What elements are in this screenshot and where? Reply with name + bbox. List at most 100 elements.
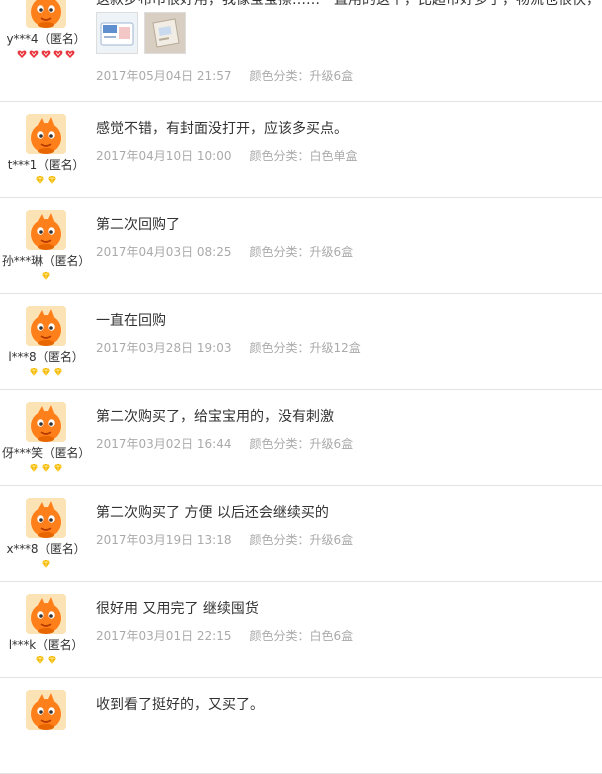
username: 孙***琳（匿名） [1,254,91,268]
review-comment: 第二次购买了 方便 以后还会继续买的 [96,505,329,521]
review-user: l***8（匿名） [0,306,92,379]
buyer-level [0,559,92,571]
red-heart-icon [41,49,51,59]
review-content: 一直在回购 2017年03月28日 19:03 颜色分类：升级12盒 [96,311,596,356]
yellow-diamond-icon [53,463,63,473]
avatar[interactable] [26,114,66,154]
buyer-level [0,49,92,61]
review-content: 第二次购买了，给宝宝用的，没有刺激 2017年03月02日 16:44 颜色分类：升… [96,407,596,452]
review-content: 第二次回购了 2017年04月03日 08:25 颜色分类：升级6盒 [96,215,596,260]
review-comment: 这款步布巾很好用，我像宝宝擦……一直用的这个，比超市好多了，物流也很快，不错 [96,0,596,8]
review-content: 很好用 又用完了 继续囤货 2017年03月01日 22:15 颜色分类：白色6盒 [96,599,596,644]
review-user: t***1（匿名） [0,114,92,187]
sku-label: 颜色分类： [249,629,310,643]
username: l***8（匿名） [8,350,84,364]
username: l***k（匿名） [8,638,84,652]
review-meta: 2017年05月04日 21:57 颜色分类：升级6盒 [96,68,596,84]
review-list: y***4（匿名） 这款步布巾很好用，我像宝宝擦……一直用的这个，比超市好多了，物… [0,0,602,774]
avatar[interactable] [26,594,66,634]
yellow-diamond-icon [41,559,51,569]
sku-label: 颜色分类： [249,149,310,163]
buyer-level [0,655,92,667]
review-item: 收到看了挺好的，又买了。 [0,678,602,774]
review-meta: 2017年04月10日 10:00 颜色分类：白色单盒 [96,148,596,164]
sku-label: 颜色分类： [249,245,310,259]
sku-value: 白色单盒 [309,149,358,163]
review-user: l***k（匿名） [0,594,92,667]
username: 伢***笑（匿名） [1,446,91,460]
buyer-level [0,175,92,187]
avatar[interactable] [26,306,66,346]
yellow-diamond-icon [41,271,51,281]
red-heart-icon [29,49,39,59]
review-meta: 2017年03月02日 16:44 颜色分类：升级6盒 [96,436,596,452]
review-date: 2017年03月19日 13:18 [96,533,232,547]
review-user: 孙***琳（匿名） [0,210,92,283]
review-photo-thumbnail[interactable] [144,12,186,54]
sku-value: 升级12盒 [309,341,361,355]
yellow-diamond-icon [47,175,57,185]
sku-label: 颜色分类： [249,69,310,83]
review-comment: 收到看了挺好的，又买了。 [96,697,264,713]
review-comment: 很好用 又用完了 继续囤货 [96,601,259,617]
review-content: 这款步布巾很好用，我像宝宝擦……一直用的这个，比超市好多了，物流也很快，不错 20… [96,0,596,84]
avatar[interactable] [26,498,66,538]
review-user: x***8（匿名） [0,498,92,571]
avatar[interactable] [26,210,66,250]
review-date: 2017年03月02日 16:44 [96,437,232,451]
review-comment: 第二次购买了，给宝宝用的，没有刺激 [96,409,334,425]
avatar[interactable] [26,402,66,442]
sku-value: 升级6盒 [309,533,354,547]
sku-label: 颜色分类： [249,437,310,451]
review-meta: 2017年03月01日 22:15 颜色分类：白色6盒 [96,628,596,644]
review-comment: 第二次回购了 [96,217,180,233]
review-item: 伢***笑（匿名） 第二次购买了，给宝宝用的，没有刺激 2017年03月02日 16… [0,390,602,486]
review-user [0,690,92,733]
review-date: 2017年03月28日 19:03 [96,341,232,355]
sku-value: 升级6盒 [309,437,354,451]
buyer-level [0,367,92,379]
yellow-diamond-icon [35,655,45,665]
yellow-diamond-icon [53,367,63,377]
review-date: 2017年04月10日 10:00 [96,149,232,163]
username: y***4（匿名） [6,32,86,46]
review-item: x***8（匿名） 第二次购买了 方便 以后还会继续买的 2017年03月19日 1… [0,486,602,582]
review-user: y***4（匿名） [0,0,92,61]
username: x***8（匿名） [6,542,86,556]
avatar[interactable] [26,0,66,28]
yellow-diamond-icon [47,655,57,665]
yellow-diamond-icon [29,367,39,377]
review-photos [96,12,596,58]
yellow-diamond-icon [29,463,39,473]
review-item: l***k（匿名） 很好用 又用完了 继续囤货 2017年03月01日 22:15 颜… [0,582,602,678]
sku-label: 颜色分类： [249,533,310,547]
review-date: 2017年05月04日 21:57 [96,69,232,83]
yellow-diamond-icon [41,367,51,377]
sku-label: 颜色分类： [249,341,310,355]
review-item: 孙***琳（匿名） 第二次回购了 2017年04月03日 08:25 颜色分类：升级6… [0,198,602,294]
review-item: y***4（匿名） 这款步布巾很好用，我像宝宝擦……一直用的这个，比超市好多了，物… [0,0,602,102]
sku-value: 升级6盒 [309,69,354,83]
sku-value: 白色6盒 [309,629,354,643]
review-item: t***1（匿名） 感觉不错，有封面没打开，应该多买点。 2017年04月10日 1… [0,102,602,198]
review-photo-thumbnail[interactable] [96,12,138,54]
review-item: l***8（匿名） 一直在回购 2017年03月28日 19:03 颜色分类：升级12… [0,294,602,390]
yellow-diamond-icon [35,175,45,185]
buyer-level [0,271,92,283]
review-comment: 感觉不错，有封面没打开，应该多买点。 [96,121,348,137]
red-heart-icon [53,49,63,59]
review-date: 2017年04月03日 08:25 [96,245,232,259]
username: t***1（匿名） [7,158,85,172]
avatar[interactable] [26,690,66,730]
yellow-diamond-icon [41,463,51,473]
review-meta: 2017年03月19日 13:18 颜色分类：升级6盒 [96,532,596,548]
review-meta: 2017年03月28日 19:03 颜色分类：升级12盒 [96,340,596,356]
review-date: 2017年03月01日 22:15 [96,629,232,643]
sku-value: 升级6盒 [309,245,354,259]
review-content: 第二次购买了 方便 以后还会继续买的 2017年03月19日 13:18 颜色分类：… [96,503,596,548]
review-content: 感觉不错，有封面没打开，应该多买点。 2017年04月10日 10:00 颜色分类：… [96,119,596,164]
buyer-level [0,463,92,475]
review-comment: 一直在回购 [96,313,166,329]
review-content: 收到看了挺好的，又买了。 [96,695,596,715]
review-meta: 2017年04月03日 08:25 颜色分类：升级6盒 [96,244,596,260]
